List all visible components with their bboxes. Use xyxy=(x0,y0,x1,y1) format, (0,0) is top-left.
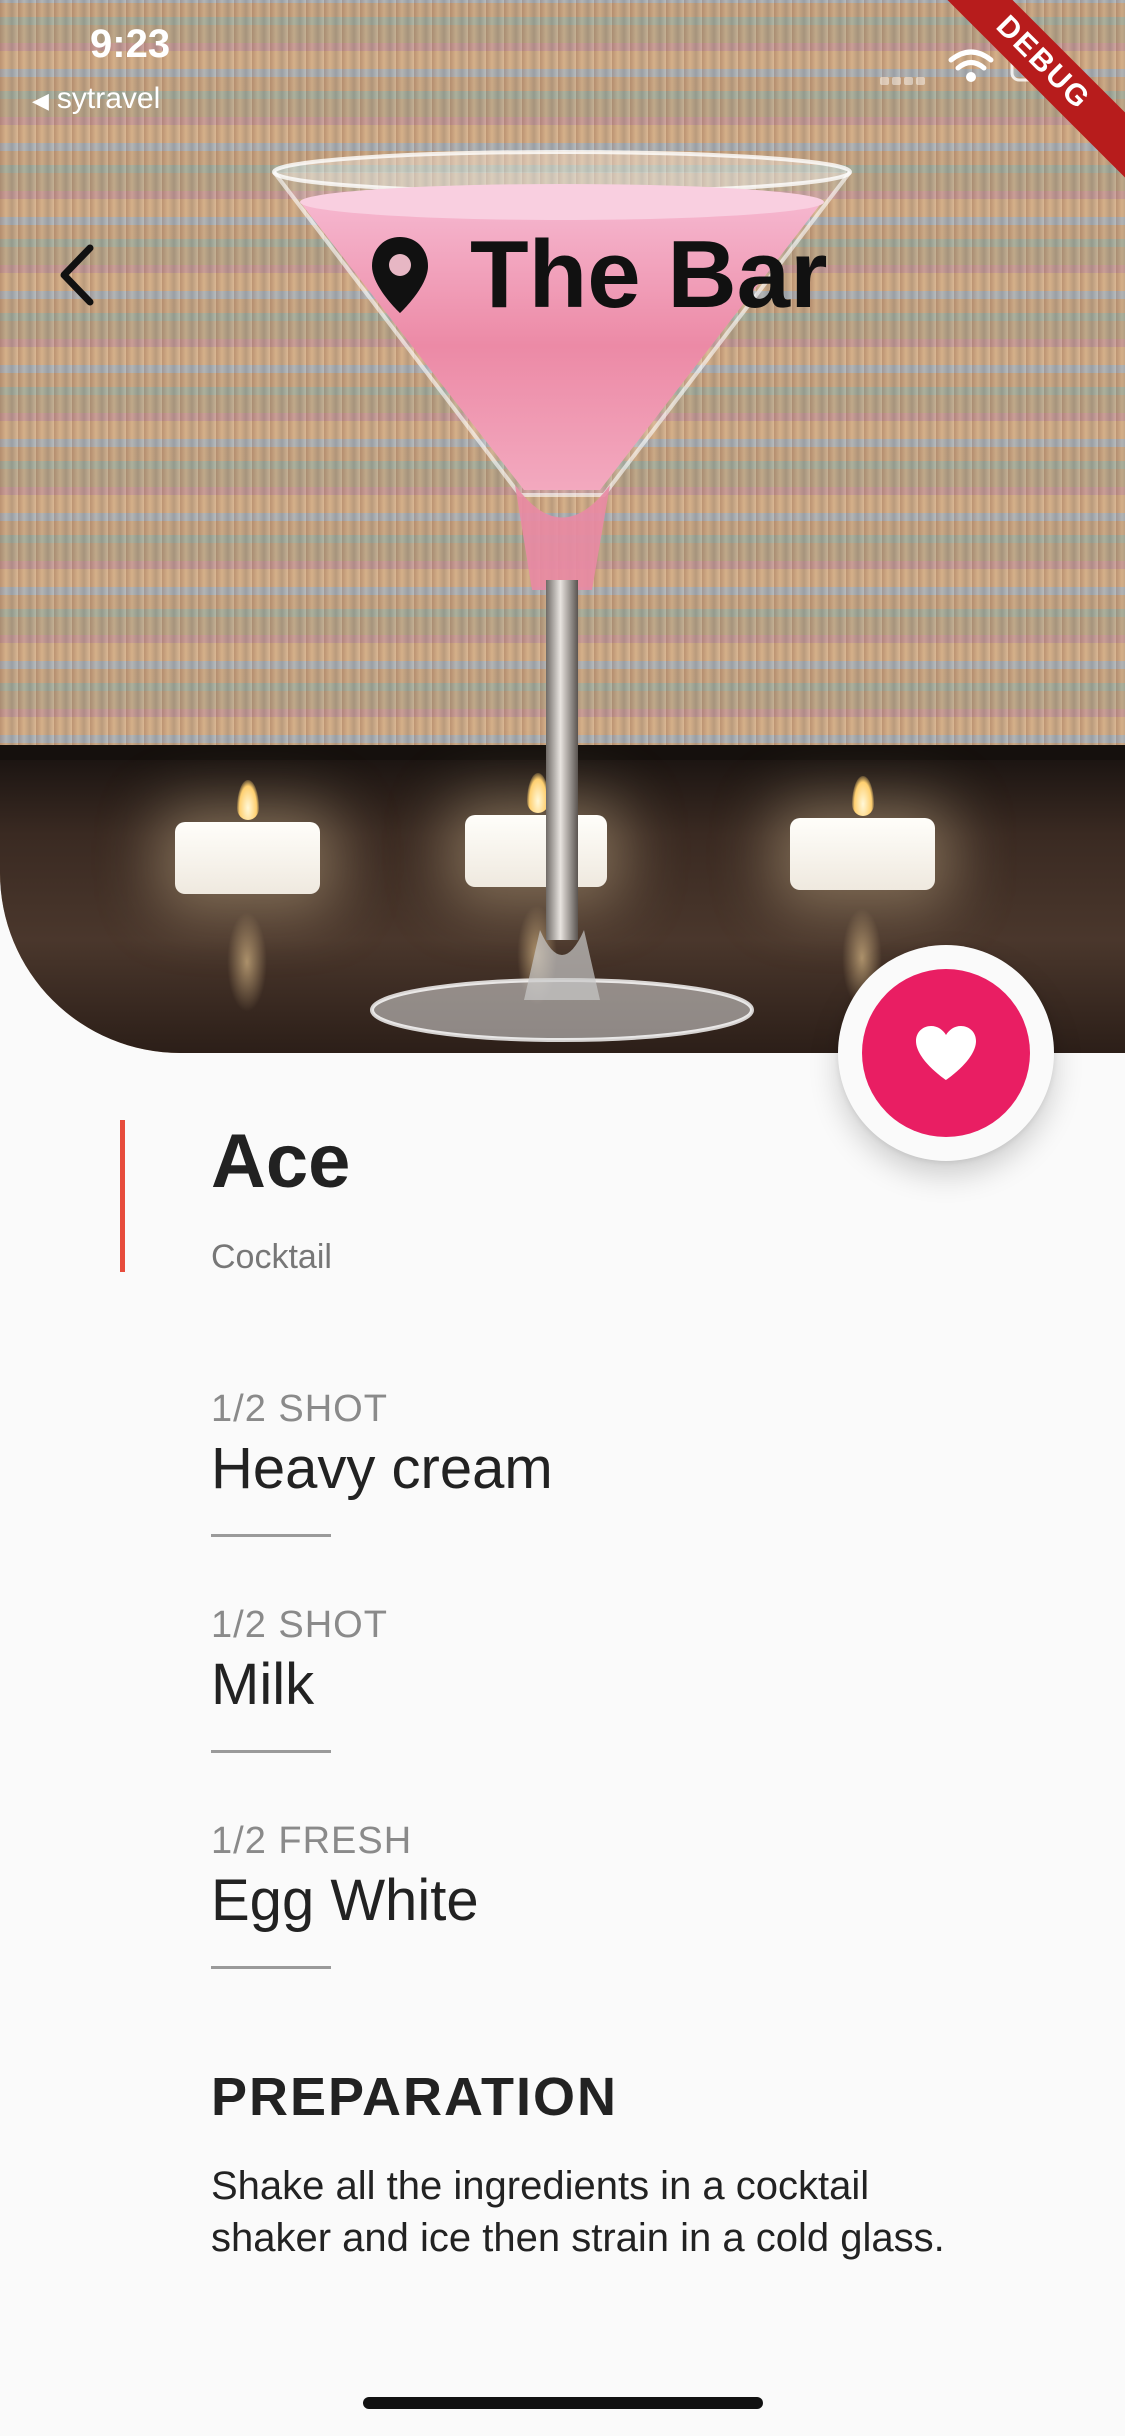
preparation-text: Shake all the ingredients in a cocktail … xyxy=(211,2164,945,2260)
page-title: The Bar xyxy=(470,221,828,328)
candle-reflection xyxy=(227,912,267,1012)
ingredient-item: 1/2 SHOT Heavy cream xyxy=(211,1388,1011,1537)
ingredient-divider xyxy=(211,1534,331,1537)
drink-category: Cocktail xyxy=(211,1238,332,1276)
place-title: The Bar xyxy=(370,220,827,330)
ingredient-name: Heavy cream xyxy=(211,1436,553,1501)
favorite-button[interactable] xyxy=(862,969,1030,1137)
ingredient-measure: 1/2 FRESH xyxy=(211,1820,413,1862)
ingredient-measure: 1/2 SHOT xyxy=(211,1604,388,1646)
back-app-label: sytravel xyxy=(56,82,161,115)
map-pin-icon xyxy=(372,237,428,313)
heart-icon xyxy=(916,1026,976,1080)
chevron-left-icon xyxy=(60,244,94,306)
status-time: 9:23 xyxy=(90,22,171,66)
back-button[interactable] xyxy=(50,240,110,310)
ingredient-measure: 1/2 SHOT xyxy=(211,1388,388,1430)
wifi-icon xyxy=(948,49,994,82)
drink-name: Ace xyxy=(211,1119,351,1204)
cellular-signal-icon xyxy=(880,72,932,85)
hero-image xyxy=(0,0,1125,1053)
back-triangle-icon: ◀ xyxy=(32,88,49,113)
ingredient-name: Milk xyxy=(211,1652,315,1717)
preparation-heading: PREPARATION xyxy=(211,2067,619,2127)
ingredient-item: 1/2 FRESH Egg White xyxy=(211,1820,1011,1969)
home-indicator[interactable] xyxy=(363,2397,763,2409)
back-to-app-link[interactable]: ◀ sytravel xyxy=(32,82,160,116)
ingredient-name: Egg White xyxy=(211,1868,479,1933)
ingredient-item: 1/2 SHOT Milk xyxy=(211,1604,1011,1753)
title-accent-line xyxy=(120,1120,125,1272)
ingredient-divider xyxy=(211,1966,331,1969)
ingredient-divider xyxy=(211,1750,331,1753)
